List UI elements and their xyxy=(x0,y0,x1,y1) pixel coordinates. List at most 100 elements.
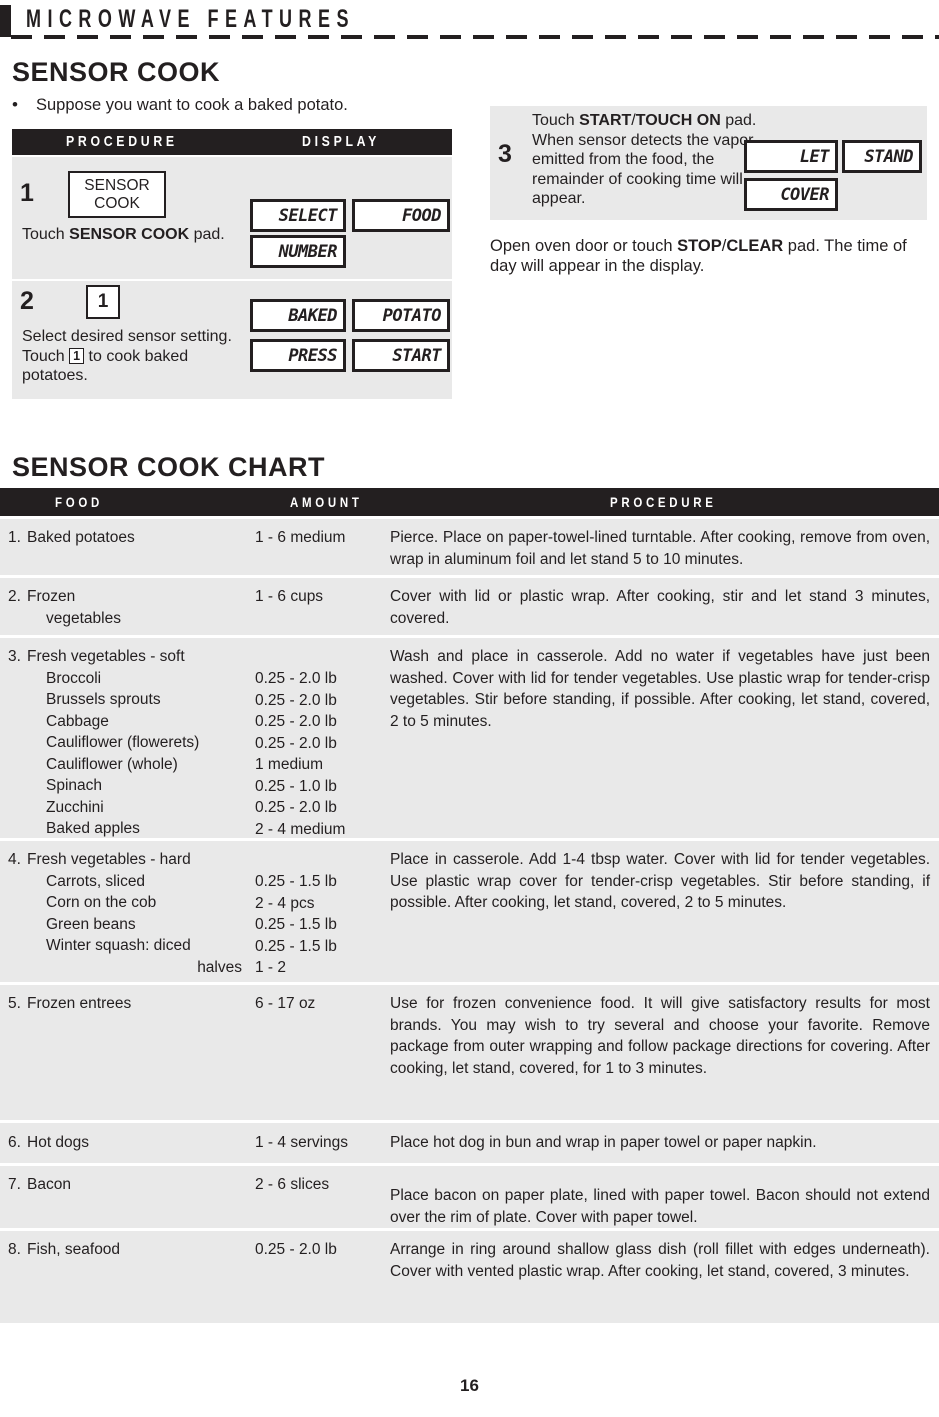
chart-food-subitem: Cabbage xyxy=(46,712,109,730)
chart-food-label: Frozen xyxy=(27,588,76,605)
running-head: MICROWAVE FEATURES xyxy=(0,0,939,42)
chart-food-subitem: Cauliflower (whole) xyxy=(46,755,178,773)
number-one-pad-keycap[interactable]: 1 xyxy=(86,285,120,319)
procedure-display-table: PROCEDURE DISPLAY 1 SENSOR COOK Touch SE… xyxy=(12,129,452,399)
page-number: 16 xyxy=(460,1376,479,1395)
display-readout-cover: COVER xyxy=(744,178,838,211)
table-row: 8. Fish, seafood 0.25 - 2.0 lb Arrange in… xyxy=(0,1231,939,1323)
chart-header-row: FOOD AMOUNT PROCEDURE xyxy=(0,488,939,516)
chart-food-cell: 8. Fish, seafood xyxy=(8,1239,256,1261)
chart-food-cell: 6. Hot dogs xyxy=(8,1132,256,1154)
chart-procedure-cell: Use for frozen convenience food. It will… xyxy=(390,995,930,1077)
chart-procedure-cell: Cover with lid or plastic wrap. After co… xyxy=(390,588,930,627)
chart-row-number: 6. xyxy=(8,1134,21,1151)
table-row: 3. Fresh vegetables - soft Broccoli Bruss… xyxy=(0,638,939,838)
display-readout-food: FOOD xyxy=(352,199,450,232)
chart-food-subitem: Carrots, sliced xyxy=(46,872,146,890)
chart-amount-cell: 6 - 17 oz xyxy=(255,993,383,1015)
chart-amount-value: 0.25 - 1.5 lb xyxy=(255,937,337,955)
chart-amount-value: 0.25 - 2.0 lb xyxy=(255,691,337,709)
chart-food-label-line2: vegetables xyxy=(46,609,121,627)
display-readout-select: SELECT xyxy=(250,199,346,232)
chart-food-subitem: Brussels sprouts xyxy=(46,691,161,708)
step-3-line1-pre: Touch xyxy=(532,112,580,129)
chart-amount-value: 0.25 - 2.0 lb xyxy=(255,713,337,730)
closing-note-pre: Open oven door or touch xyxy=(490,237,678,255)
chart-amount-value: 0.25 - 1.5 lb xyxy=(255,873,337,890)
chart-amount-cell: 1 - 6 medium xyxy=(255,527,383,549)
chart-food-cell: 2. Frozen vegetables xyxy=(8,586,256,629)
sensor-cook-heading: SENSOR COOK xyxy=(12,57,221,87)
chart-food-subitem-halves: halves xyxy=(197,958,242,976)
chart-food-cell: 1. Baked potatoes xyxy=(8,527,256,549)
chart-amount-value: 0.25 - 2.0 lb xyxy=(255,734,337,752)
display-readout-baked: BAKED xyxy=(250,299,346,332)
chart-procedure-cell: Pierce. Place on paper-towel-lined turnt… xyxy=(390,529,930,568)
step-1-instruction-post: pad. xyxy=(189,226,225,243)
chart-food-cell: 4. Fresh vegetables - hard Carrots, slice… xyxy=(8,849,256,978)
intro-bullet-line: • Suppose you want to cook a baked potato… xyxy=(12,95,348,115)
intro-text: Suppose you want to cook a baked potato. xyxy=(36,96,348,114)
step-3-touch-on-label: TOUCH ON xyxy=(635,112,721,129)
chart-row-number: 3. xyxy=(8,648,21,665)
chart-amount-cell: 0.25 - 2.0 lb xyxy=(255,1239,383,1261)
step-number-1: 1 xyxy=(20,179,34,207)
chart-column-header-procedure: PROCEDURE xyxy=(610,494,717,510)
table-row: 5. Frozen entrees 6 - 17 oz Use for froze… xyxy=(0,985,939,1120)
step-3-body: When sensor detects the vapor emitted fr… xyxy=(532,131,754,208)
chart-amount-value: 0.25 - 2.0 lb xyxy=(255,799,337,816)
step-1-instruction: Touch SENSOR COOK pad. xyxy=(22,225,247,245)
clear-label: CLEAR xyxy=(726,237,784,255)
chart-amount-value: 1 medium xyxy=(255,756,324,773)
chart-procedure-cell: Wash and place in casserole. Add no wate… xyxy=(390,648,930,730)
chart-food-label: Hot dogs xyxy=(27,1134,90,1151)
display-readout-number: NUMBER xyxy=(250,235,346,268)
chart-row-number: 2. xyxy=(8,588,21,605)
chart-column-header-food: FOOD xyxy=(55,494,103,510)
chart-row-number: 1. xyxy=(8,529,21,546)
procedure-column-header: PROCEDURE xyxy=(66,133,178,150)
table-row: 4. Fresh vegetables - hard Carrots, slice… xyxy=(0,841,939,982)
table-row: 7. Bacon 2 - 6 slices Place bacon on pape… xyxy=(0,1166,939,1228)
sensor-cook-chart: FOOD AMOUNT PROCEDURE 1. Baked potatoes 1… xyxy=(0,488,939,1323)
chart-column-header-amount: AMOUNT xyxy=(290,494,363,510)
step-1-instruction-pre: Touch xyxy=(22,226,70,243)
chart-food-cell: 3. Fresh vegetables - soft Broccoli Bruss… xyxy=(8,646,256,840)
procedure-step-row-2: 2 1 Select desired sensor setting. Touch… xyxy=(12,281,452,399)
closing-note: Open oven door or touch STOP/CLEAR pad. … xyxy=(490,236,937,276)
chart-food-label: Fresh vegetables - hard xyxy=(27,851,191,868)
chart-amount-value: 1 - 6 cups xyxy=(255,588,324,605)
chart-procedure-cell: Place bacon on paper plate, lined with p… xyxy=(390,1187,930,1226)
table-row: 1. Baked potatoes 1 - 6 medium Pierce. Pl… xyxy=(0,519,939,575)
display-readout-let: LET xyxy=(744,140,838,173)
sensor-cook-pad-keycap[interactable]: SENSOR COOK xyxy=(68,171,166,218)
chart-food-cell: 5. Frozen entrees xyxy=(8,993,256,1015)
chart-amount-cell: 0.25 - 2.0 lb 0.25 - 2.0 lb 0.25 - 2.0 l… xyxy=(255,668,383,840)
sensor-cook-chart-heading: SENSOR COOK CHART xyxy=(12,452,326,482)
sensor-cook-pad-label-line2: COOK xyxy=(94,195,140,212)
chart-food-subitem: Spinach xyxy=(46,777,103,794)
chart-food-subitem: Green beans xyxy=(46,915,136,933)
chart-amount-value: 0.25 - 1.5 lb xyxy=(255,916,337,933)
inline-key-one-icon: 1 xyxy=(69,347,85,364)
chart-amount-value: 1 - 6 medium xyxy=(255,529,346,546)
bullet-icon: • xyxy=(12,95,18,114)
step-3-start-label: START xyxy=(579,112,632,129)
chart-procedure-cell: Arrange in ring around shallow glass dis… xyxy=(390,1241,930,1280)
chart-food-subitem: Zucchini xyxy=(46,798,104,816)
running-head-title: MICROWAVE FEATURES xyxy=(26,5,355,33)
chart-food-subitem: Winter squash: diced xyxy=(46,937,191,954)
chart-row-number: 8. xyxy=(8,1241,21,1258)
chart-amount-cell: 1 - 4 servings xyxy=(255,1132,383,1154)
chart-food-label: Baked potatoes xyxy=(27,529,135,546)
display-readout-start: START xyxy=(352,339,450,372)
chart-food-label: Fresh vegetables - soft xyxy=(27,648,185,665)
chart-procedure-cell: Place hot dog in bun and wrap in paper t… xyxy=(390,1134,817,1151)
step-number-3: 3 xyxy=(498,140,512,168)
procedure-step-row-1: 1 SENSOR COOK Touch SENSOR COOK pad. SEL… xyxy=(12,157,452,279)
chart-row-number: 4. xyxy=(8,851,21,868)
chart-row-number: 5. xyxy=(8,995,21,1012)
display-column-header: DISPLAY xyxy=(302,133,381,150)
running-head-bar xyxy=(0,5,11,37)
sensor-cook-pad-label-line1: SENSOR xyxy=(84,177,150,194)
